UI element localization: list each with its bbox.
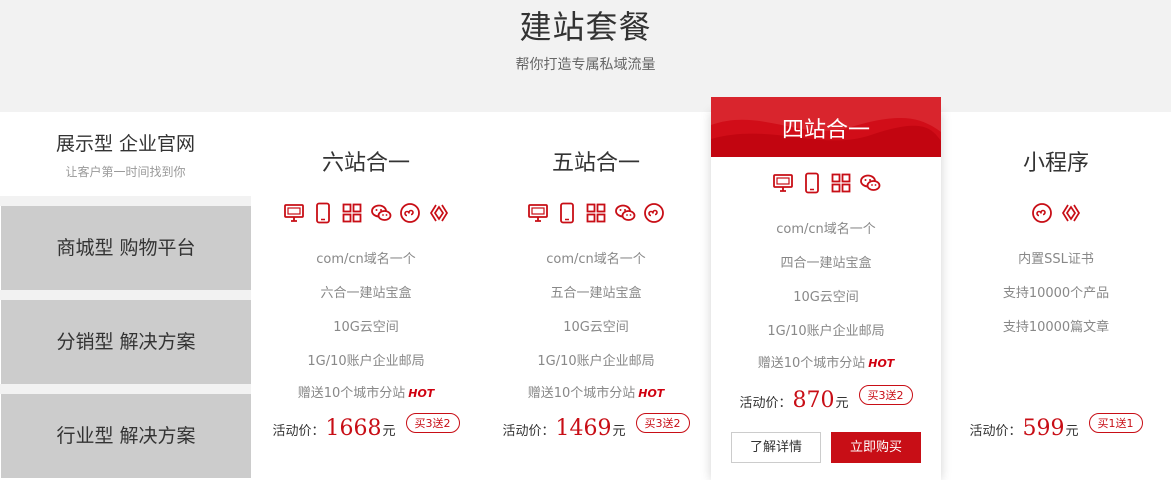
plan-card-five-in-one: 五站合一 com/cn域名一个 五合一建站宝盒 10G云空间 1G/10账户企业… bbox=[481, 112, 711, 480]
apps-icon bbox=[341, 202, 363, 224]
learn-more-button[interactable]: 了解详情 bbox=[731, 432, 821, 463]
plan-feature: 10G云空间 bbox=[563, 320, 629, 335]
promo-badge: 买3送2 bbox=[635, 413, 690, 433]
sidebar-divider bbox=[0, 384, 251, 394]
price-row: 活动价： 870 元 买3送2 bbox=[711, 385, 941, 413]
plan-feature: 六合一建站宝盒 bbox=[320, 286, 412, 301]
sidebar-item-label: 展示型 企业官网 bbox=[55, 133, 196, 155]
plan-feature: 赠送10个城市分站 bbox=[757, 356, 866, 371]
sidebar-divider bbox=[0, 196, 251, 206]
sidebar-item-distribution[interactable]: 分销型 解决方案 bbox=[1, 300, 251, 384]
plan-name: 五站合一 bbox=[551, 151, 640, 176]
hot-badge: HOT bbox=[408, 387, 435, 400]
price-label: 活动价： bbox=[502, 424, 555, 439]
apps-icon bbox=[585, 202, 607, 224]
plan-card-four-in-one: 四站合一 com/cn域名一个 四合一建站宝盒 10G云空间 1G/10账户企业… bbox=[711, 97, 941, 480]
apps-icon bbox=[830, 172, 852, 194]
pc-icon bbox=[772, 172, 794, 194]
plan-feature: 赠送10个城市分站 bbox=[527, 386, 636, 401]
price-value: 1469 bbox=[555, 416, 612, 441]
sidebar-item-showcase[interactable]: 展示型 企业官网 让客户第一时间找到你 bbox=[0, 112, 251, 196]
price-unit: 元 bbox=[835, 396, 849, 411]
plan-feature: 四合一建站宝盒 bbox=[780, 256, 872, 271]
plan-feature: 1G/10账户企业邮局 bbox=[307, 354, 425, 369]
plan-feature: com/cn域名一个 bbox=[316, 252, 416, 267]
mobile-icon bbox=[801, 172, 823, 194]
miniprogram-icon bbox=[643, 202, 665, 224]
plan-icons bbox=[711, 172, 941, 194]
price-value: 1668 bbox=[325, 416, 382, 441]
miniprogram-icon bbox=[399, 202, 421, 224]
price-label: 活动价： bbox=[969, 424, 1022, 439]
plan-feature-row: 赠送10个城市分站 HOT bbox=[481, 382, 711, 401]
plan-feature: 1G/10账户企业邮局 bbox=[767, 324, 885, 339]
hot-badge: HOT bbox=[868, 357, 895, 370]
plan-feature-row: 赠送10个城市分站 HOT bbox=[251, 382, 481, 401]
mobile-icon bbox=[312, 202, 334, 224]
plan-icons bbox=[481, 202, 711, 224]
plan-card-six-in-one: 六站合一 com/cn域名一个 六合一建站宝盒 10G云空间 1G/10账户企业… bbox=[251, 112, 481, 480]
wechat-icon bbox=[370, 202, 392, 224]
plan-icons bbox=[941, 202, 1171, 224]
baidu-icon bbox=[1060, 202, 1082, 224]
price-unit: 元 bbox=[1065, 424, 1079, 439]
plan-feature: 支持10000篇文章 bbox=[1002, 320, 1110, 335]
sidebar-item-sublabel: 让客户第一时间找到你 bbox=[65, 165, 186, 179]
promo-badge: 买3送2 bbox=[405, 413, 460, 433]
pc-icon bbox=[283, 202, 305, 224]
plan-feature: com/cn域名一个 bbox=[776, 222, 876, 237]
plan-card-mini-program: 小程序 内置SSL证书 支持10000个产品 支持10000篇文章 活动价： 5… bbox=[941, 112, 1171, 480]
pc-icon bbox=[527, 202, 549, 224]
plan-feature: 五合一建站宝盒 bbox=[550, 286, 642, 301]
section-title: 建站套餐 bbox=[519, 8, 652, 46]
plan-icons bbox=[251, 202, 481, 224]
price-value: 870 bbox=[792, 388, 835, 413]
price-row: 活动价： 1668 元 买3送2 bbox=[251, 413, 481, 441]
price-unit: 元 bbox=[382, 424, 396, 439]
sidebar-item-mall[interactable]: 商城型 购物平台 bbox=[1, 206, 251, 290]
plan-feature: 支持10000个产品 bbox=[1002, 286, 1110, 301]
hot-badge: HOT bbox=[638, 387, 665, 400]
promo-badge: 买1送1 bbox=[1088, 413, 1143, 433]
section-subtitle: 帮你打造专属私域流量 bbox=[515, 57, 656, 73]
plan-feature: 1G/10账户企业邮局 bbox=[537, 354, 655, 369]
plan-feature: com/cn域名一个 bbox=[546, 252, 646, 267]
plan-feature: 10G云空间 bbox=[793, 290, 859, 305]
baidu-icon bbox=[428, 202, 450, 224]
promo-badge: 买3送2 bbox=[858, 385, 913, 405]
price-label: 活动价： bbox=[739, 396, 792, 411]
price-row: 活动价： 599 元 买1送1 bbox=[941, 413, 1171, 441]
sidebar-item-industry[interactable]: 行业型 解决方案 bbox=[1, 394, 251, 478]
plan-feature: 10G云空间 bbox=[333, 320, 399, 335]
plan-name: 小程序 bbox=[1022, 151, 1089, 176]
price-row: 活动价： 1469 元 买3送2 bbox=[481, 413, 711, 441]
wechat-icon bbox=[614, 202, 636, 224]
sidebar-divider bbox=[0, 290, 251, 300]
featured-header: 四站合一 bbox=[711, 97, 941, 157]
wechat-icon bbox=[859, 172, 881, 194]
section-header: 建站套餐 帮你打造专属私域流量 bbox=[0, 0, 1171, 112]
miniprogram-icon bbox=[1031, 202, 1053, 224]
price-value: 599 bbox=[1022, 416, 1065, 441]
price-unit: 元 bbox=[612, 424, 626, 439]
plan-feature-row: 赠送10个城市分站 HOT bbox=[711, 352, 941, 371]
category-sidebar: 展示型 企业官网 让客户第一时间找到你 商城型 购物平台 分销型 解决方案 行业… bbox=[0, 112, 251, 480]
plan-name: 四站合一 bbox=[781, 118, 870, 143]
plan-name: 六站合一 bbox=[321, 151, 410, 176]
plan-feature: 赠送10个城市分站 bbox=[297, 386, 406, 401]
buy-now-button[interactable]: 立即购买 bbox=[831, 432, 921, 463]
plan-feature: 内置SSL证书 bbox=[1018, 252, 1094, 267]
price-label: 活动价： bbox=[272, 424, 325, 439]
mobile-icon bbox=[556, 202, 578, 224]
